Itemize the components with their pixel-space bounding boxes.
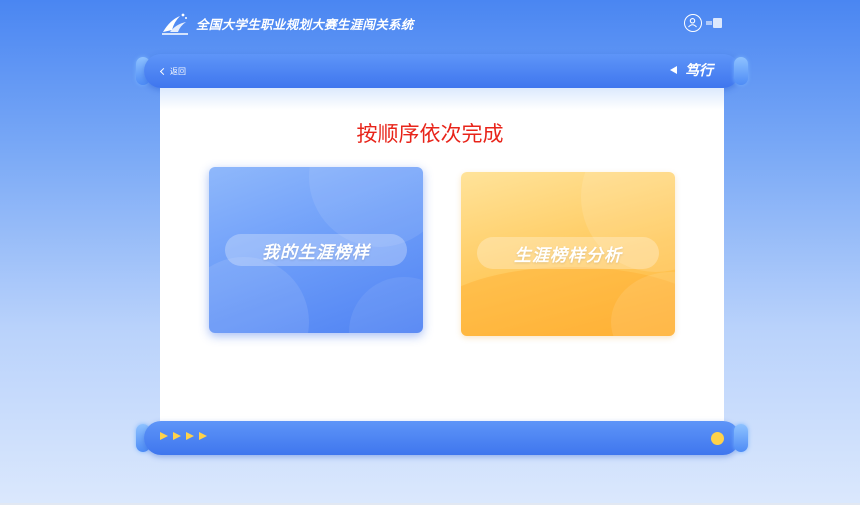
back-button[interactable]: 返回 bbox=[159, 64, 186, 78]
card-label: 我的生涯榜样 bbox=[225, 234, 407, 266]
stage-title: 笃行 bbox=[670, 60, 713, 80]
logo-icon bbox=[160, 10, 190, 36]
triangle-left-icon bbox=[670, 66, 677, 74]
instruction-text: 按顺序依次完成 bbox=[356, 122, 504, 146]
arrow-right-icon bbox=[173, 432, 181, 440]
status-dot bbox=[711, 432, 724, 445]
card-career-model-analysis[interactable]: 生涯榜样分析 bbox=[461, 172, 675, 336]
top-bar-body bbox=[144, 54, 740, 88]
bottom-scroll-bar bbox=[136, 421, 748, 455]
card-my-career-model[interactable]: 我的生涯榜样 bbox=[209, 167, 423, 333]
arrow-right-icon bbox=[186, 432, 194, 440]
card-label: 生涯榜样分析 bbox=[477, 237, 659, 269]
top-scroll-bar bbox=[136, 54, 748, 88]
chevron-left-icon bbox=[159, 67, 168, 76]
scroll-cap-right bbox=[734, 57, 748, 85]
bottom-bar-body bbox=[144, 421, 740, 455]
stage-label: 笃行 bbox=[685, 63, 713, 79]
card-decoration bbox=[349, 277, 423, 333]
menu-icon[interactable] bbox=[706, 17, 722, 29]
arrow-right-icon bbox=[160, 432, 168, 440]
card-decoration bbox=[209, 257, 309, 333]
app-title: 全国大学生职业规划大赛生涯闯关系统 bbox=[196, 17, 414, 32]
progress-arrows bbox=[160, 432, 207, 440]
scroll-cap-right bbox=[734, 424, 748, 452]
back-label: 返回 bbox=[170, 66, 186, 76]
arrow-right-icon bbox=[199, 432, 207, 440]
top-bar: 全国大学生职业规划大赛生涯闯关系统 bbox=[0, 0, 860, 46]
user-icon[interactable] bbox=[684, 14, 702, 32]
